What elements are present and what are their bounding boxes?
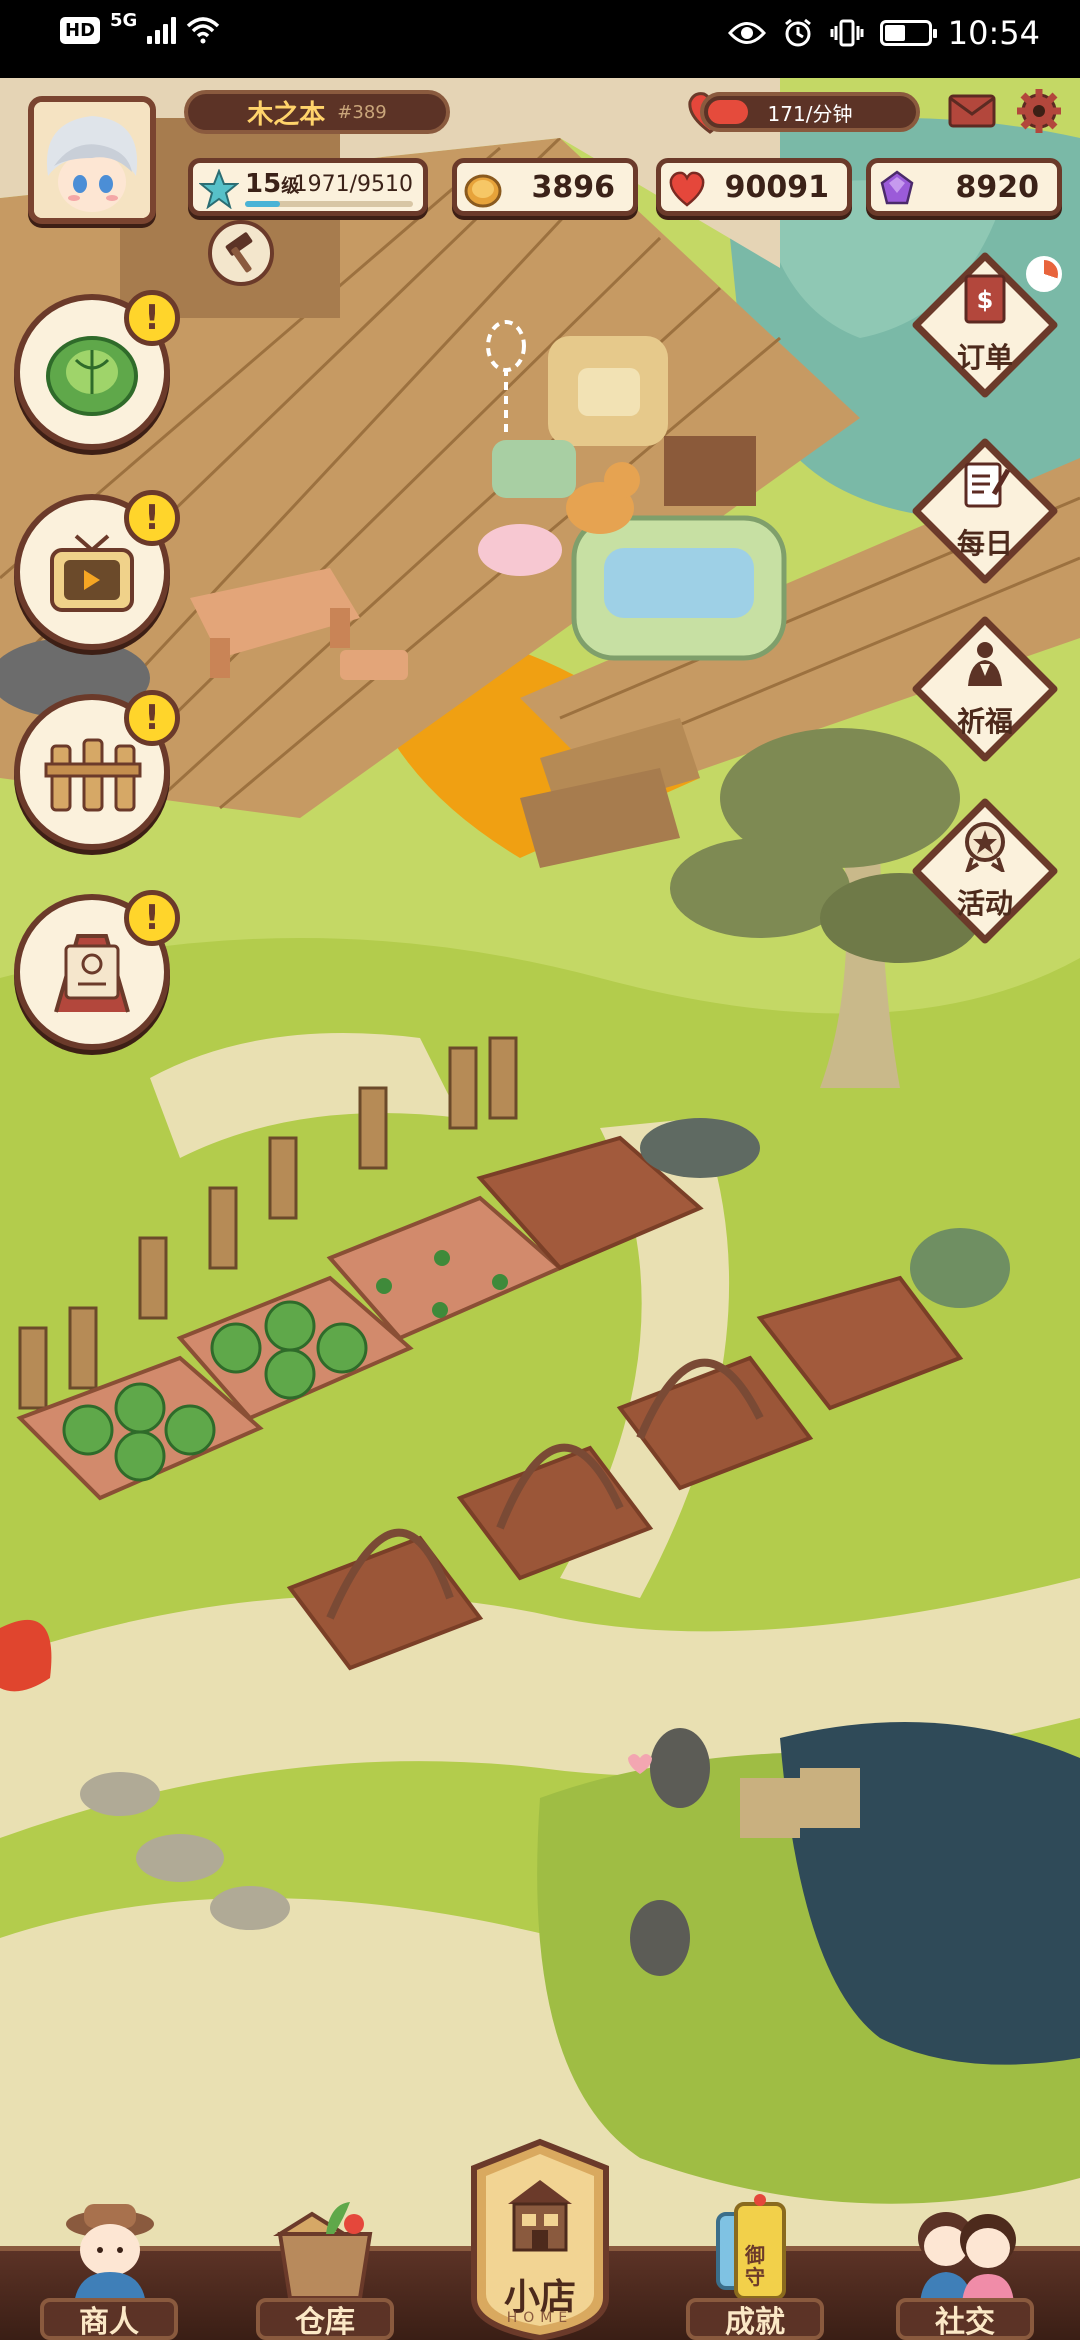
daily-notebook-icon xyxy=(964,462,1011,508)
fence-alert-badge: ! xyxy=(124,690,180,746)
energy-rate-text: 171/分钟 xyxy=(767,101,853,126)
clock-time: 10:54 xyxy=(947,14,1040,52)
achievement-amulet-text: 御守 xyxy=(745,2243,765,2289)
game-viewport[interactable]: 木之本 #389 171/分钟 15级 1971/9510 3896 90091… xyxy=(0,78,1080,2340)
battery-icon xyxy=(879,20,937,46)
praying-figure-icon xyxy=(968,642,1002,686)
player-avatar[interactable] xyxy=(28,96,156,224)
player-id: #389 xyxy=(337,101,387,123)
nav-home-shop[interactable]: 小店 HOME xyxy=(470,2138,610,2340)
nav-home-sublabel: HOME xyxy=(506,2310,574,2326)
daily-label: 每日 xyxy=(956,527,1013,560)
energy-rate-bar: 171/分钟 xyxy=(700,92,920,132)
eye-comfort-icon xyxy=(727,22,766,44)
video-reward-button[interactable]: ! xyxy=(14,490,180,650)
coin-icon xyxy=(464,174,502,208)
gem-icon xyxy=(880,170,914,205)
nav-achievement-label: 成就 xyxy=(686,2298,824,2340)
nav-warehouse[interactable]: 仓库 xyxy=(240,2202,410,2340)
crops-button[interactable]: ! xyxy=(14,290,180,450)
alarm-icon xyxy=(784,18,811,47)
daily-button[interactable]: 每日 xyxy=(910,436,1060,586)
signal-strength-icon xyxy=(147,16,177,44)
crops-alert-badge: ! xyxy=(124,290,180,346)
nav-warehouse-label: 仓库 xyxy=(256,2298,394,2340)
hearts-panel[interactable]: 90091 xyxy=(656,158,852,216)
social-couple-icon xyxy=(918,2212,1016,2304)
blessing-button[interactable]: 祈福 xyxy=(910,614,1060,764)
nav-merchant[interactable]: 商人 xyxy=(24,2204,194,2340)
order-book-icon: $ xyxy=(964,274,1006,324)
orders-label: 订单 xyxy=(956,341,1013,374)
merchant-character-icon xyxy=(66,2204,154,2304)
vibrate-icon xyxy=(830,19,864,47)
farm-scene[interactable] xyxy=(0,78,1080,2340)
player-name: 木之本 xyxy=(247,99,326,130)
signboard-alert-badge: ! xyxy=(124,890,180,946)
signboard-button[interactable]: ! xyxy=(14,890,180,1050)
shop-house-icon xyxy=(508,2180,572,2252)
exp-progress-bar xyxy=(245,201,413,207)
video-alert-badge: ! xyxy=(124,490,180,546)
orders-button[interactable]: $ 订单 xyxy=(910,250,1062,400)
events-label: 活动 xyxy=(956,887,1013,920)
coins-panel[interactable]: 3896 xyxy=(452,158,638,216)
wifi-icon xyxy=(187,17,220,44)
gems-value: 8920 xyxy=(955,169,1040,205)
gems-panel[interactable]: 8920 xyxy=(866,158,1062,216)
nav-achievement[interactable]: 御守 成就 xyxy=(670,2194,840,2340)
player-name-plate[interactable]: 木之本 #389 xyxy=(184,90,450,134)
order-timer-badge xyxy=(1026,256,1062,292)
svg-text:$: $ xyxy=(977,286,994,314)
events-button[interactable]: 活动 xyxy=(910,796,1060,946)
event-badge-icon xyxy=(965,822,1005,872)
star-level-icon xyxy=(199,169,239,209)
fence-button[interactable]: ! xyxy=(14,690,180,850)
player-exp: 1971/9510 xyxy=(293,172,413,197)
coins-value: 3896 xyxy=(531,169,616,205)
level-exp-panel[interactable]: 15级 1971/9510 xyxy=(188,158,428,216)
player-level: 15级 xyxy=(245,169,300,199)
network-type-label: 5G xyxy=(110,9,138,31)
nav-social[interactable]: 社交 xyxy=(880,2208,1050,2340)
mail-icon[interactable] xyxy=(948,92,996,130)
heart-icon xyxy=(669,171,705,207)
system-status-bar: HD 5G 10:54 xyxy=(0,0,1080,78)
hearts-value: 90091 xyxy=(724,169,829,205)
gear-icon[interactable] xyxy=(1016,88,1062,134)
warehouse-box-icon xyxy=(273,2202,373,2300)
build-hammer-button[interactable] xyxy=(208,220,274,286)
nav-merchant-label: 商人 xyxy=(40,2298,178,2340)
hd-voice-badge: HD xyxy=(60,16,101,44)
nav-social-label: 社交 xyxy=(896,2298,1034,2340)
blessing-label: 祈福 xyxy=(956,705,1013,738)
hammer-icon xyxy=(225,232,253,273)
